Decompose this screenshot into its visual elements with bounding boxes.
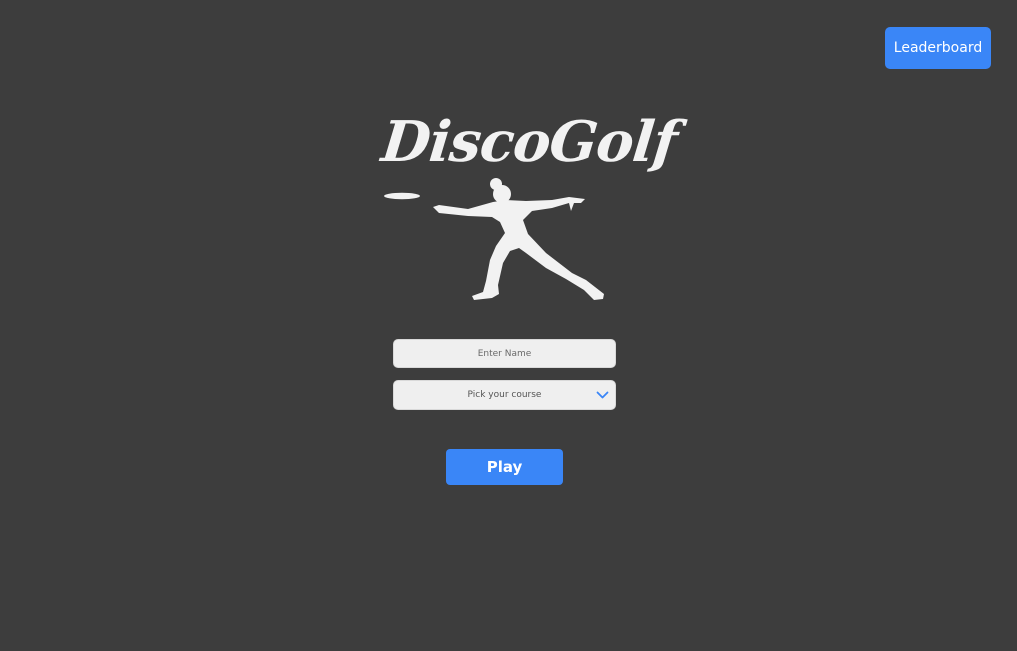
play-button[interactable]: Play xyxy=(446,449,563,485)
course-select-value: Pick your course xyxy=(467,390,542,400)
chevron-down-icon xyxy=(596,391,609,399)
leaderboard-button[interactable]: Leaderboard xyxy=(885,27,991,69)
logo-wordmark: DiscoGolf xyxy=(378,109,680,175)
name-input[interactable] xyxy=(393,339,616,368)
course-select[interactable]: Pick your course xyxy=(393,380,616,410)
discogolf-logo: DiscoGolf xyxy=(376,108,680,304)
